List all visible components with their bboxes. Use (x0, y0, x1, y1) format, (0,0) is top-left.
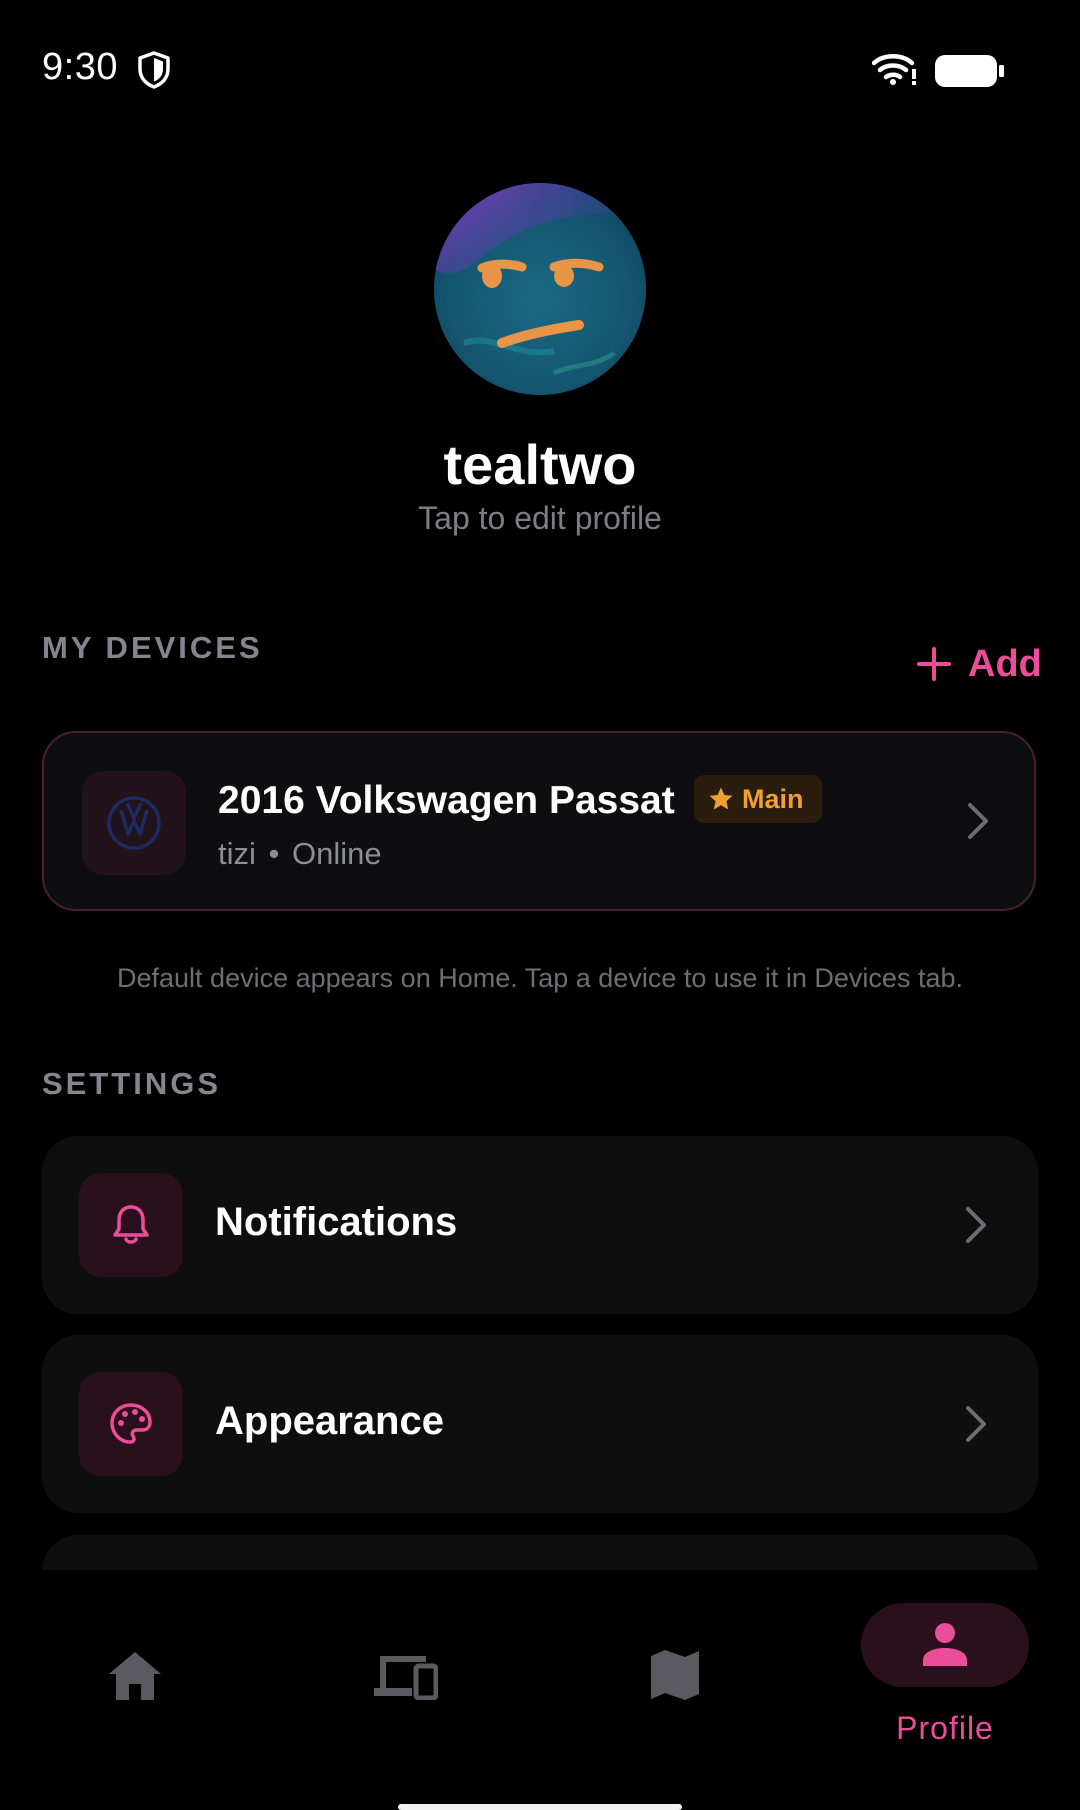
my-devices-heading: MY DEVICES (42, 630, 263, 665)
person-icon (923, 1623, 967, 1666)
nav-devices[interactable] (270, 1570, 540, 1770)
settings-heading: SETTINGS (42, 1066, 222, 1101)
settings-item-partial[interactable] (42, 1535, 1038, 1575)
device-subtitle: tizi • Online (218, 836, 382, 872)
vw-logo-icon (82, 771, 186, 875)
palette-icon-container (79, 1372, 183, 1476)
nav-map[interactable] (540, 1570, 810, 1770)
bell-icon-container (79, 1173, 183, 1277)
device-status: Online (292, 836, 382, 871)
shield-icon (138, 51, 170, 89)
chevron-right-icon (968, 803, 988, 839)
main-badge: Main (694, 775, 822, 823)
device-model: tizi (218, 836, 256, 871)
status-bar: 9:30 (0, 0, 1080, 140)
home-icon (109, 1652, 161, 1700)
chevron-right-icon (966, 1207, 986, 1243)
wifi-icon (872, 54, 916, 85)
battery-icon (935, 55, 1004, 87)
settings-item-notifications[interactable]: Notifications (42, 1136, 1038, 1314)
status-time: 9:30 (42, 46, 118, 88)
nav-profile[interactable]: Profile (810, 1570, 1080, 1770)
profile-screen: 9:30 tealtwo Tap to edit profile MY DEVI… (0, 0, 1080, 1810)
bottom-navigation: Profile (0, 1570, 1080, 1810)
nav-profile-label: Profile (896, 1710, 994, 1746)
avatar[interactable] (434, 183, 646, 395)
chevron-right-icon (966, 1406, 986, 1442)
home-indicator (398, 1804, 682, 1810)
device-separator: • (268, 836, 280, 871)
devices-icon (374, 1656, 438, 1700)
main-badge-label: Main (742, 783, 804, 814)
star-icon (709, 787, 733, 810)
settings-item-label: Appearance (215, 1399, 444, 1443)
plus-icon (917, 647, 951, 681)
add-device-label: Add (968, 642, 1042, 685)
avatar-image (434, 183, 646, 395)
nav-home[interactable] (0, 1570, 270, 1770)
add-device-button[interactable]: Add (916, 640, 1042, 688)
default-device-note: Default device appears on Home. Tap a de… (117, 963, 963, 993)
username[interactable]: tealtwo (0, 432, 1080, 497)
settings-item-appearance[interactable]: Appearance (42, 1335, 1038, 1513)
edit-profile-hint[interactable]: Tap to edit profile (0, 500, 1080, 537)
device-name: 2016 Volkswagen Passat (218, 779, 675, 822)
bell-icon (113, 1205, 149, 1244)
palette-icon (110, 1403, 152, 1444)
map-icon (651, 1650, 699, 1700)
device-card[interactable]: 2016 Volkswagen Passat Main tizi • Onlin… (42, 731, 1036, 911)
settings-item-label: Notifications (215, 1200, 458, 1244)
